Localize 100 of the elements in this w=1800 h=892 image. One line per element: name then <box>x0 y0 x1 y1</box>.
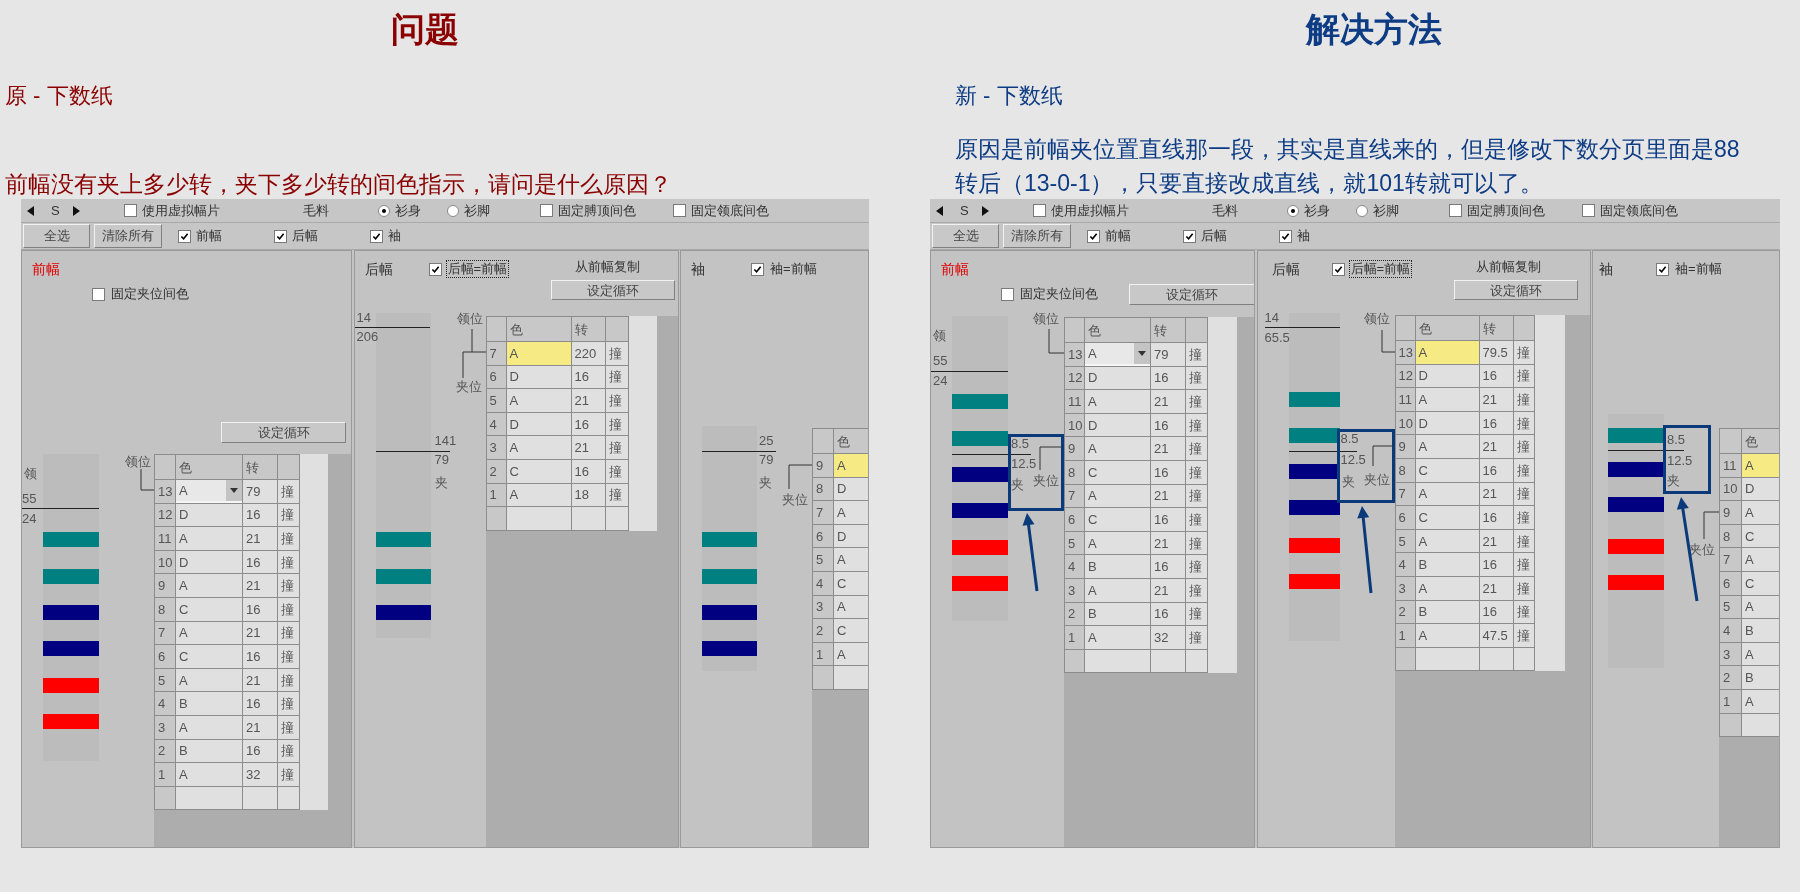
checkbox[interactable] <box>92 287 105 301</box>
table-cell: 16 <box>1151 602 1186 627</box>
table-cell: A <box>1085 484 1151 509</box>
table-cell: 16 <box>1151 460 1186 485</box>
table-cell: 21 <box>243 621 278 646</box>
toolbar-button[interactable]: 全选 <box>932 224 999 248</box>
table-cell: 16 <box>243 503 278 528</box>
gauge-label: 夹 <box>1667 473 1680 489</box>
checkbox[interactable] <box>540 204 553 217</box>
dropdown[interactable]: A <box>1085 343 1150 366</box>
table-cell: 撞 <box>278 692 300 716</box>
left-arrow-icon[interactable] <box>27 205 34 216</box>
copy-label: 从前幅复制 <box>1475 259 1541 275</box>
table-cell: B <box>1085 602 1151 627</box>
checkbox[interactable] <box>1183 229 1196 243</box>
table-cell: A <box>176 763 243 787</box>
right-arrow-icon[interactable] <box>982 205 989 216</box>
row-number: 9 <box>1720 501 1742 525</box>
row-number: 3 <box>1395 576 1416 601</box>
row-number: 13 <box>1065 343 1085 367</box>
checkbox-label: 固定膊顶间色 <box>1467 202 1545 219</box>
cycle-button[interactable]: 设定循环 <box>221 422 346 443</box>
checkbox-label: 固定夹位间色 <box>110 285 190 303</box>
table-cell: A <box>1085 626 1151 650</box>
table-cell: 撞 <box>1513 388 1535 412</box>
checkbox[interactable] <box>673 204 686 217</box>
table-cell: 撞 <box>1186 343 1208 367</box>
right-arrow-icon[interactable] <box>73 205 80 216</box>
position-label: 领位 <box>1033 311 1059 327</box>
position-label: 领位 <box>125 454 151 470</box>
checkbox[interactable] <box>1449 204 1462 217</box>
bracket-line <box>788 464 813 490</box>
checkbox[interactable] <box>1582 204 1595 217</box>
toolbar-button[interactable]: 清除所有 <box>94 224 162 248</box>
checkbox[interactable] <box>274 229 287 243</box>
checkbox[interactable] <box>124 204 137 217</box>
checkbox-label: 使用虚拟幅片 <box>1051 202 1129 219</box>
table-cell: D <box>834 477 868 502</box>
table-cell: 79 <box>243 480 278 504</box>
gauge-label: 12.5 <box>1340 452 1366 468</box>
checkbox[interactable] <box>1331 262 1345 276</box>
table-cell: 撞 <box>278 621 300 646</box>
radio-button[interactable] <box>1356 204 1368 217</box>
table-cell: 撞 <box>605 436 629 460</box>
gauge-label: 55 <box>22 491 37 507</box>
gauge-label: 8.5 <box>1340 431 1359 447</box>
gauge-label: 12.5 <box>1667 453 1693 469</box>
radio-button[interactable] <box>378 204 390 217</box>
row-number: 13 <box>155 480 176 504</box>
caret-icon <box>230 487 238 493</box>
table-cell: 撞 <box>278 645 300 669</box>
radio-button[interactable] <box>1287 204 1299 217</box>
gauge-label: 24 <box>22 511 37 527</box>
row-number: 5 <box>1720 595 1742 620</box>
table-cell: 撞 <box>278 480 300 504</box>
section-heading: 问题 <box>390 8 460 50</box>
checkbox[interactable] <box>1001 287 1014 301</box>
checkbox[interactable] <box>428 262 442 276</box>
radio-button[interactable] <box>447 204 459 217</box>
panel-title: 后幅 <box>1271 261 1300 277</box>
dropdown[interactable]: A <box>176 480 242 503</box>
gauge-label: 206 <box>356 329 379 345</box>
checkbox[interactable] <box>751 262 764 276</box>
table-cell: B <box>1742 619 1779 643</box>
checkbox[interactable] <box>178 229 191 243</box>
table-cell: 撞 <box>1513 435 1535 459</box>
gauge-label: 8.5 <box>1011 436 1030 452</box>
row-number: 12 <box>155 503 176 528</box>
row-number: 1 <box>155 763 176 787</box>
table-cell: 21 <box>571 436 606 460</box>
checkbox[interactable] <box>1279 229 1292 243</box>
table-cell: A <box>1742 501 1779 525</box>
left-arrow-icon[interactable] <box>936 205 943 216</box>
table-cell: 16 <box>1479 506 1514 530</box>
table-cell: 32 <box>1151 626 1186 650</box>
toolbar-button[interactable]: 清除所有 <box>1003 224 1071 248</box>
column-header: 色 <box>834 429 868 454</box>
checkbox[interactable] <box>1087 229 1100 243</box>
table-cell: 79.5 <box>1479 341 1514 365</box>
row-number: 5 <box>155 668 176 693</box>
checkbox[interactable] <box>1033 204 1046 217</box>
checkbox-label: 袖=前幅 <box>769 260 818 278</box>
table-cell: A <box>1742 642 1779 667</box>
bracket-line <box>1039 446 1063 471</box>
gauge-label: 12.5 <box>1011 456 1037 472</box>
column-header: 色 <box>1415 316 1480 341</box>
checkbox[interactable] <box>1656 262 1669 276</box>
toolbar-button[interactable]: 全选 <box>23 224 90 248</box>
row-number: 12 <box>1395 364 1416 389</box>
size-label: S <box>51 202 60 219</box>
row-number: 11 <box>1720 454 1742 478</box>
row-number: 2 <box>155 739 176 764</box>
table-cell: A <box>1415 624 1480 648</box>
table-cell: C <box>1742 571 1779 596</box>
cycle-button[interactable]: 设定循环 <box>1453 280 1578 300</box>
checkbox[interactable] <box>370 229 383 243</box>
cycle-button[interactable]: 设定循环 <box>1129 284 1254 305</box>
cycle-button[interactable]: 设定循环 <box>550 280 675 300</box>
table-cell: 16 <box>243 645 278 669</box>
table-cell: 16 <box>1151 555 1186 579</box>
